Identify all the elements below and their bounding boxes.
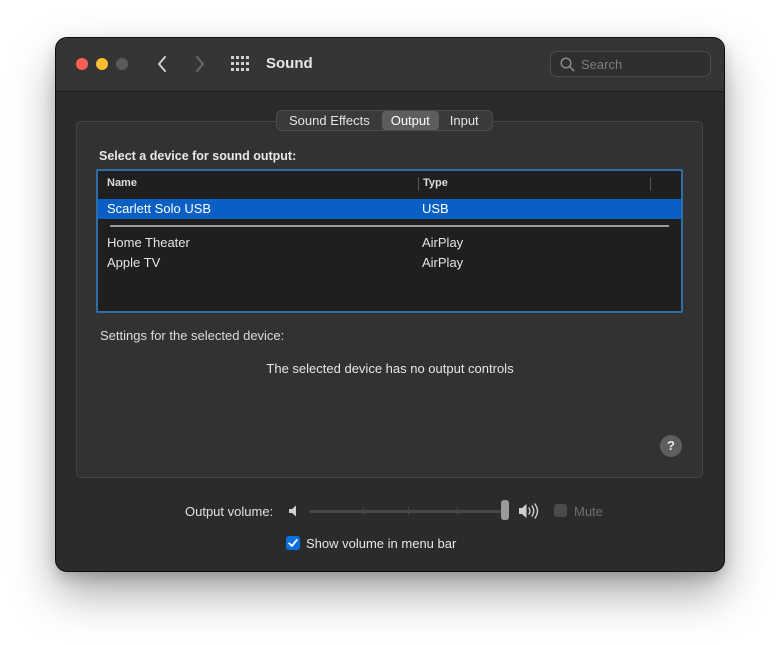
mute-label: Mute bbox=[574, 504, 603, 519]
close-button[interactable] bbox=[76, 58, 88, 70]
show-in-menu-bar-label[interactable]: Show volume in menu bar bbox=[306, 536, 456, 551]
device-list-label: Select a device for sound output: bbox=[99, 149, 297, 163]
column-separator[interactable] bbox=[418, 177, 419, 191]
speaker-low-icon bbox=[289, 505, 296, 517]
search-field[interactable] bbox=[550, 51, 711, 77]
volume-slider-knob[interactable] bbox=[501, 500, 509, 520]
device-row-home-theater[interactable]: Home Theater AirPlay bbox=[98, 233, 681, 253]
mute-checkbox[interactable] bbox=[554, 504, 567, 517]
no-controls-message: The selected device has no output contro… bbox=[266, 361, 514, 376]
sound-preferences-window: Sound Sound Effects Output Input Select … bbox=[56, 38, 724, 571]
show-in-menu-bar-checkbox[interactable] bbox=[286, 536, 300, 550]
device-name: Scarlett Solo USB bbox=[107, 201, 212, 216]
output-device-table[interactable]: Name Type Scarlett Solo USB USB Home The… bbox=[96, 169, 683, 313]
title-bar: Sound bbox=[56, 38, 724, 92]
column-header-name[interactable]: Name bbox=[107, 171, 137, 196]
volume-slider-tick bbox=[408, 507, 409, 515]
device-group-divider bbox=[110, 225, 669, 227]
column-header-type[interactable]: Type bbox=[423, 171, 448, 196]
device-row-scarlett-solo-usb[interactable]: Scarlett Solo USB USB bbox=[98, 199, 681, 219]
tab-output[interactable]: Output bbox=[381, 111, 439, 130]
device-type: AirPlay bbox=[422, 235, 464, 250]
tab-input[interactable]: Input bbox=[440, 111, 492, 130]
grid-icon[interactable] bbox=[231, 56, 250, 72]
zoom-button bbox=[116, 58, 128, 70]
device-name: Home Theater bbox=[107, 235, 190, 250]
device-settings-label: Settings for the selected device: bbox=[100, 328, 285, 343]
help-button[interactable]: ? bbox=[660, 435, 682, 457]
volume-slider-tick bbox=[363, 507, 364, 515]
device-type: USB bbox=[422, 201, 449, 216]
chevron-right-icon[interactable] bbox=[189, 52, 211, 76]
device-type: AirPlay bbox=[422, 255, 464, 270]
search-input[interactable] bbox=[581, 55, 703, 73]
minimize-button[interactable] bbox=[96, 58, 108, 70]
device-name: Apple TV bbox=[107, 255, 161, 270]
window-title: Sound bbox=[266, 55, 313, 72]
speaker-high-icon bbox=[519, 503, 539, 519]
volume-slider-tick bbox=[457, 507, 458, 515]
chevron-left-icon[interactable] bbox=[152, 52, 174, 76]
device-row-apple-tv[interactable]: Apple TV AirPlay bbox=[98, 253, 681, 273]
column-separator[interactable] bbox=[650, 177, 651, 191]
tab-sound-effects[interactable]: Sound Effects bbox=[277, 111, 381, 130]
tab-bar: Sound Effects Output Input bbox=[276, 110, 493, 131]
search-icon bbox=[560, 57, 575, 72]
output-volume-label: Output volume: bbox=[185, 504, 274, 519]
